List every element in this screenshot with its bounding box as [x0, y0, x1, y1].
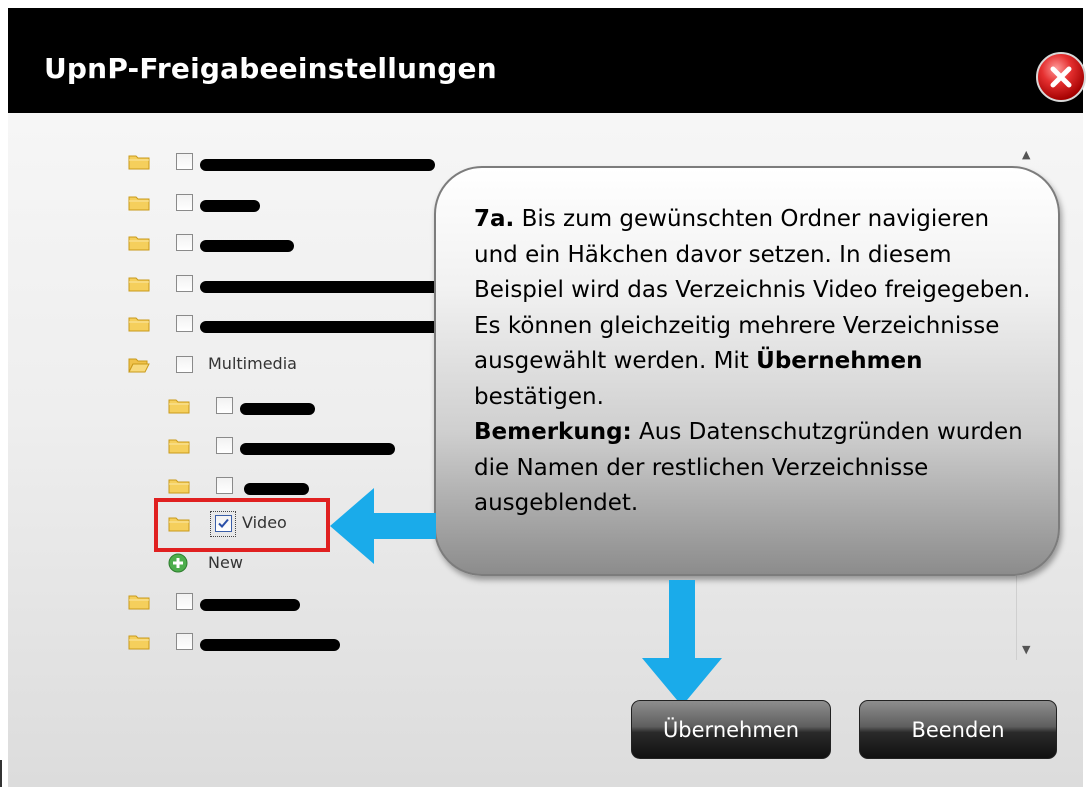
callout-text: 7a. Bis zum gewünschten Ordner navigiere… — [474, 202, 1034, 522]
folder-checkbox[interactable] — [216, 397, 233, 414]
redacted-folder-name — [200, 159, 435, 171]
redacted-folder-name — [244, 483, 309, 495]
folder-checkbox[interactable] — [176, 275, 193, 292]
folder-icon — [128, 277, 150, 292]
folder-icon — [128, 236, 150, 251]
close-icon[interactable] — [1036, 52, 1086, 102]
folder-icon — [128, 635, 150, 650]
folder-icon — [128, 196, 150, 211]
folder-checkbox[interactable] — [176, 153, 193, 170]
window-edge — [0, 760, 2, 787]
folder-checkbox[interactable] — [216, 477, 233, 494]
folder-checkbox[interactable] — [176, 633, 193, 650]
arrow-left-icon — [330, 488, 436, 564]
title-bar: UpnP-Freigabeeinstellungen — [8, 8, 1086, 113]
redacted-folder-name — [200, 200, 260, 212]
arrow-down-icon — [642, 580, 722, 706]
folder-tree: Multimedia Video New — [120, 137, 440, 672]
folder-icon — [168, 439, 190, 454]
redacted-folder-name — [200, 639, 340, 651]
redacted-folder-name — [200, 281, 440, 293]
multimedia-label: Multimedia — [208, 354, 297, 373]
folder-icon — [168, 399, 190, 414]
folder-icon — [128, 317, 150, 332]
video-highlight-box — [154, 498, 330, 552]
redacted-folder-name — [200, 321, 440, 333]
folder-checkbox[interactable] — [176, 234, 193, 251]
folder-checkbox[interactable] — [176, 593, 193, 610]
redacted-folder-name — [200, 240, 294, 252]
new-folder-label[interactable]: New — [208, 553, 243, 572]
dialog-title: UpnP-Freigabeeinstellungen — [44, 52, 497, 85]
redacted-folder-name — [240, 443, 395, 455]
callout-step: 7a. — [474, 206, 515, 232]
scroll-up-icon[interactable]: ▲ — [1022, 148, 1030, 161]
redacted-folder-name — [240, 403, 315, 415]
folder-icon — [128, 155, 150, 170]
apply-button[interactable]: Übernehmen — [631, 700, 831, 759]
add-icon[interactable] — [168, 553, 188, 573]
folder-icon — [168, 479, 190, 494]
open-folder-icon — [128, 358, 150, 373]
multimedia-checkbox[interactable] — [176, 356, 193, 373]
folder-checkbox[interactable] — [176, 315, 193, 332]
folder-icon — [128, 671, 150, 672]
folder-icon — [128, 595, 150, 610]
scroll-down-icon[interactable]: ▼ — [1022, 643, 1030, 656]
callout-text-2: bestätigen. — [474, 383, 604, 410]
callout-text-1: Bis zum gewünschten Ordner navigieren un… — [474, 206, 1031, 374]
instruction-callout: 7a. Bis zum gewünschten Ordner navigiere… — [434, 166, 1060, 576]
redacted-folder-name — [200, 599, 300, 611]
folder-checkbox[interactable] — [176, 194, 193, 211]
close-button[interactable]: Beenden — [859, 700, 1057, 759]
folder-checkbox[interactable] — [216, 437, 233, 454]
callout-bold-apply: Übernehmen — [756, 348, 923, 374]
callout-note-label: Bemerkung: — [474, 419, 632, 445]
